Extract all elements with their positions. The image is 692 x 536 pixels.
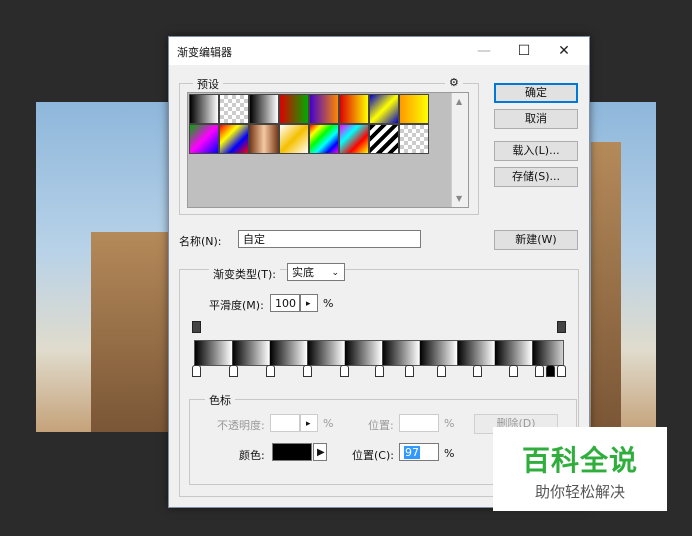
color-stop[interactable] — [375, 365, 384, 377]
minimize-icon[interactable]: — — [474, 41, 494, 61]
scroll-down-icon[interactable]: ▼ — [456, 194, 462, 203]
gear-icon[interactable]: ⚙ — [445, 76, 463, 89]
preset-swatch[interactable] — [279, 124, 309, 154]
load-button[interactable]: 载入(L)... — [494, 141, 578, 161]
location-unit: % — [444, 447, 455, 460]
presets-label: 预设 — [193, 76, 223, 92]
gradient-type-select[interactable]: 实底 ⌄ — [287, 263, 345, 281]
color-label: 颜色: — [239, 449, 265, 462]
ruin-arch-left — [91, 232, 171, 432]
color-stops-label: 色标 — [205, 392, 235, 408]
opacity-stop-right[interactable] — [557, 321, 566, 333]
new-button[interactable]: 新建(W) — [494, 230, 578, 250]
smoothness-input[interactable]: 100 — [270, 294, 300, 312]
preset-swatch[interactable] — [219, 94, 249, 124]
presets-scrollbar[interactable]: ▲ ▼ — [451, 93, 468, 207]
maximize-icon[interactable]: ☐ — [514, 41, 534, 61]
color-stop-selected[interactable] — [546, 365, 555, 377]
scroll-up-icon[interactable]: ▲ — [456, 97, 462, 106]
color-stop[interactable] — [340, 365, 349, 377]
ruin-column-right — [591, 142, 621, 432]
preset-swatch[interactable] — [189, 94, 219, 124]
preset-swatch[interactable] — [249, 124, 279, 154]
color-picker-arrow-icon[interactable]: ▶ — [313, 443, 327, 461]
save-button[interactable]: 存储(S)... — [494, 167, 578, 187]
smoothness-unit: % — [323, 297, 334, 310]
preset-swatch[interactable] — [309, 124, 339, 154]
location-label: 位置(C): — [352, 449, 394, 462]
color-stop[interactable] — [535, 365, 544, 377]
name-label: 名称(N): — [179, 235, 222, 248]
close-icon[interactable]: ✕ — [554, 41, 574, 61]
watermark-logo: 百科全说 助你轻松解决 — [493, 427, 667, 511]
color-stop[interactable] — [229, 365, 238, 377]
window-title: 渐变编辑器 — [177, 46, 232, 59]
color-stop[interactable] — [557, 365, 566, 377]
preset-swatch[interactable] — [309, 94, 339, 124]
title-bar: 渐变编辑器 — ☐ ✕ — [169, 37, 589, 65]
smoothness-label: 平滑度(M): — [209, 299, 264, 312]
watermark-title: 百科全说 — [521, 444, 638, 477]
ok-button[interactable]: 确定 — [494, 83, 578, 103]
color-stop[interactable] — [303, 365, 312, 377]
smoothness-arrow-icon[interactable]: ▸ — [300, 294, 318, 312]
opacity-input — [270, 414, 300, 432]
preset-swatch[interactable] — [369, 124, 399, 154]
location-input[interactable]: 97 — [399, 443, 439, 461]
preset-swatch[interactable] — [399, 94, 429, 124]
location-value: 97 — [404, 446, 420, 459]
preset-swatch[interactable] — [189, 124, 219, 154]
gradient-preview-bar[interactable] — [194, 340, 564, 366]
color-swatch[interactable] — [272, 443, 312, 461]
preset-swatch[interactable] — [339, 124, 369, 154]
color-stop[interactable] — [405, 365, 414, 377]
color-stop[interactable] — [192, 365, 201, 377]
color-stop[interactable] — [437, 365, 446, 377]
preset-swatch[interactable] — [279, 94, 309, 124]
watermark-subtitle: 助你轻松解决 — [534, 483, 625, 501]
preset-swatch[interactable] — [399, 124, 429, 154]
chevron-down-icon: ⌄ — [331, 268, 339, 278]
presets-panel: ▲ ▼ — [187, 92, 469, 208]
cancel-button[interactable]: 取消 — [494, 109, 578, 129]
name-input[interactable]: 自定 — [238, 230, 421, 248]
gradient-type-value: 实底 — [292, 266, 314, 279]
preset-swatch[interactable] — [219, 124, 249, 154]
opacity-location-label: 位置: — [368, 419, 394, 432]
opacity-label: 不透明度: — [217, 419, 265, 432]
opacity-location-unit: % — [444, 417, 455, 430]
opacity-unit: % — [323, 417, 334, 430]
color-stop[interactable] — [473, 365, 482, 377]
preset-swatch[interactable] — [339, 94, 369, 124]
preset-swatch[interactable] — [369, 94, 399, 124]
opacity-arrow-icon: ▸ — [300, 414, 318, 432]
preset-swatch[interactable] — [249, 94, 279, 124]
opacity-stop-left[interactable] — [192, 321, 201, 333]
color-stop[interactable] — [509, 365, 518, 377]
gradient-type-label: 渐变类型(T): — [209, 266, 281, 282]
opacity-location-input — [399, 414, 439, 432]
color-stop[interactable] — [266, 365, 275, 377]
